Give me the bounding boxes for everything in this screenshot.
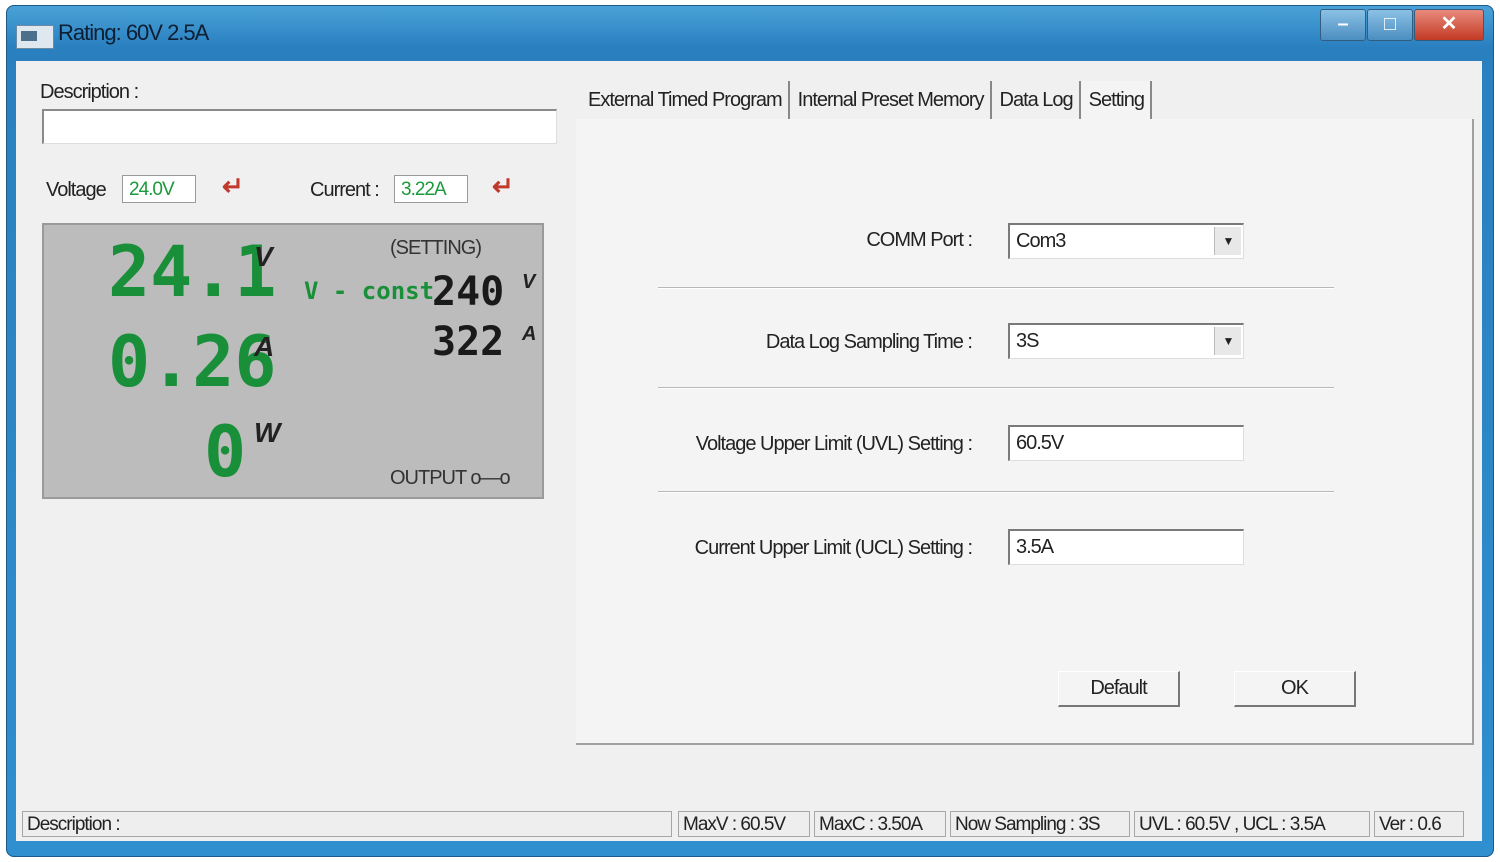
current-input[interactable]: 3.22A [394,175,468,203]
settings-panel: COMM Port : Com3 ▼ Data Log Sampling Tim… [576,119,1474,745]
voltage-label: Voltage [46,179,107,201]
sampling-time-label: Data Log Sampling Time : [765,331,973,353]
uvl-label: Voltage Upper Limit (UVL) Setting : [695,433,973,455]
current-unit: A [254,331,275,362]
client-area: Description : Voltage 24.0V ↵ Current : … [16,61,1482,841]
description-label: Description : [40,81,139,103]
lcd-display: 24.1 V 0.26 A 0 W (SETTING) V - const 24… [42,223,544,499]
current-readout: 0.26 [108,321,277,403]
description-input[interactable] [42,109,557,144]
divider [658,491,1334,493]
comm-port-value: Com3 [1016,230,1066,252]
status-maxv: MaxV : 60.5V [678,811,810,837]
set-voltage-readout: 240 [432,269,505,315]
power-readout: 0 [204,411,247,493]
app-window: Rating: 60V 2.5A – □ ✕ Description : Vol… [6,5,1494,857]
chevron-down-icon[interactable]: ▼ [1214,327,1241,355]
divider [658,387,1334,389]
ucl-label: Current Upper Limit (UCL) Setting : [694,537,973,559]
caption-buttons: – □ ✕ [1320,9,1484,41]
tab-external-timed-program[interactable]: External Timed Program [580,81,790,123]
title-bar[interactable]: Rating: 60V 2.5A – □ ✕ [6,5,1494,61]
tab-setting[interactable]: Setting [1080,81,1152,123]
status-maxc: MaxC : 3.50A [814,811,946,837]
divider [658,287,1334,289]
uvl-input[interactable]: 60.5V [1008,425,1244,461]
minimize-button[interactable]: – [1320,9,1366,41]
voltage-input[interactable]: 24.0V [122,175,196,203]
status-description: Description : [22,811,672,837]
set-voltage-unit: V [522,271,536,293]
maximize-button[interactable]: □ [1367,9,1413,41]
voltage-unit: V [254,241,273,272]
status-sampling: Now Sampling : 3S [950,811,1130,837]
tab-strip: External Timed Program Internal Preset M… [580,81,1152,123]
current-label: Current : [310,179,380,201]
sampling-time-value: 3S [1016,330,1039,352]
current-apply-icon[interactable]: ↵ [492,171,514,202]
comm-port-select[interactable]: Com3 ▼ [1008,223,1244,259]
status-limits: UVL : 60.5V , UCL : 3.5A [1134,811,1370,837]
ucl-input[interactable]: 3.5A [1008,529,1244,565]
set-current-readout: 322 [432,319,505,365]
app-icon [16,25,54,49]
output-indicator: OUTPUT o—o [390,467,511,489]
ok-button[interactable]: OK [1234,671,1356,707]
mode-indicator: V - const [304,277,435,305]
tab-data-log[interactable]: Data Log [992,81,1081,123]
status-bar: Description : MaxV : 60.5V MaxC : 3.50A … [22,811,1474,837]
voltage-readout: 24.1 [108,231,277,313]
chevron-down-icon[interactable]: ▼ [1214,227,1241,255]
close-button[interactable]: ✕ [1414,9,1484,41]
setting-label: (SETTING) [390,237,482,259]
status-version: Ver : 0.6 [1374,811,1464,837]
tab-internal-preset-memory[interactable]: Internal Preset Memory [790,81,992,123]
set-current-unit: A [522,323,537,345]
default-button[interactable]: Default [1058,671,1180,707]
sampling-time-select[interactable]: 3S ▼ [1008,323,1244,359]
comm-port-label: COMM Port : [866,229,973,251]
voltage-apply-icon[interactable]: ↵ [222,171,244,202]
power-unit: W [254,417,281,448]
window-title: Rating: 60V 2.5A [58,20,209,45]
